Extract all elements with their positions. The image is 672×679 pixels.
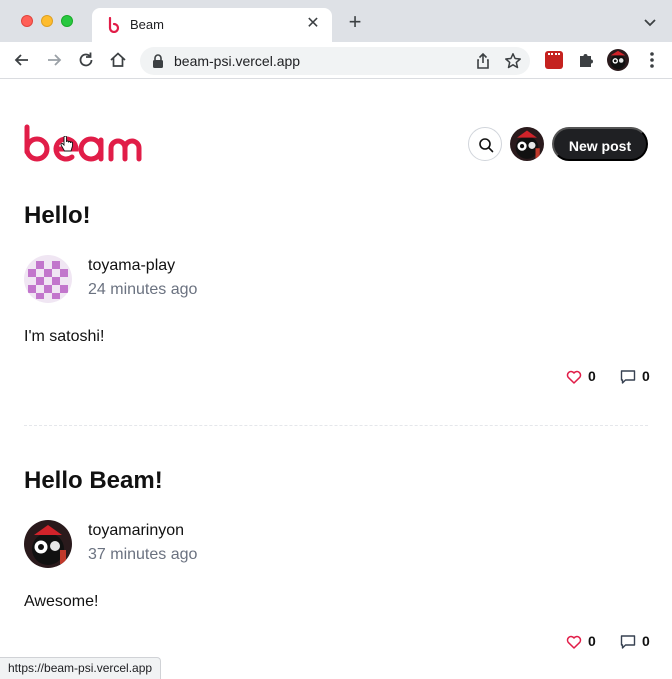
like-count: 0 xyxy=(588,633,596,649)
address-bar[interactable]: beam-psi.vercel.app xyxy=(140,47,530,75)
post-divider xyxy=(24,425,648,426)
minimize-window-button[interactable] xyxy=(41,15,53,27)
user-avatar[interactable] xyxy=(510,127,544,161)
beam-logo[interactable]: beam xyxy=(24,124,144,164)
extension-icon[interactable] xyxy=(545,51,563,69)
search-icon xyxy=(479,138,494,153)
browser-tab[interactable]: Beam ✕ xyxy=(92,8,332,42)
new-post-button[interactable]: New post xyxy=(552,127,648,161)
maximize-window-button[interactable] xyxy=(61,15,73,27)
comment-count: 0 xyxy=(642,368,650,384)
post-author: toyamarinyon 37 minutes ago xyxy=(24,520,424,570)
comment-button[interactable]: 0 xyxy=(620,632,650,652)
post-author: toyama-play 24 minutes ago xyxy=(24,255,424,305)
browser-profile-avatar[interactable] xyxy=(607,49,629,71)
share-icon[interactable] xyxy=(474,52,492,70)
comment-icon xyxy=(620,370,636,384)
comment-count: 0 xyxy=(642,633,650,649)
heart-icon xyxy=(566,635,582,649)
close-tab-icon[interactable]: ✕ xyxy=(304,15,322,33)
post-reactions: 0 0 xyxy=(528,632,650,652)
forward-arrow-icon[interactable] xyxy=(44,50,64,70)
author-avatar[interactable] xyxy=(24,255,72,303)
url-text[interactable]: beam-psi.vercel.app xyxy=(174,53,300,69)
extensions-puzzle-icon[interactable] xyxy=(576,50,596,70)
close-window-button[interactable] xyxy=(21,15,33,27)
beam-favicon-icon xyxy=(108,17,120,33)
home-icon[interactable] xyxy=(108,50,128,70)
link-status-bar: https://beam-psi.vercel.app xyxy=(0,657,162,679)
post-body: Awesome! xyxy=(24,593,99,610)
post-title[interactable]: Hello! xyxy=(24,202,648,230)
comment-button[interactable]: 0 xyxy=(620,367,650,387)
author-name[interactable]: toyamarinyon xyxy=(88,522,184,540)
post-body: I'm satoshi! xyxy=(24,328,105,345)
post-card: Hello! toyama-play 24 minutes ago I'm sa… xyxy=(24,202,650,412)
author-avatar[interactable] xyxy=(24,520,72,568)
author-name[interactable]: toyama-play xyxy=(88,257,175,275)
like-button[interactable]: 0 xyxy=(566,632,606,652)
bookmark-star-icon[interactable] xyxy=(504,52,522,70)
post-title[interactable]: Hello Beam! xyxy=(24,467,648,495)
browser-menu-icon[interactable] xyxy=(642,50,662,70)
post-card: Hello Beam! toyamarinyon 37 minutes ago … xyxy=(24,467,650,677)
post-reactions: 0 0 xyxy=(528,367,650,387)
tab-search-chevron-icon[interactable] xyxy=(642,14,658,30)
hand-cursor-icon xyxy=(60,136,73,152)
browser-tab-bar: Beam ✕ + xyxy=(0,0,672,42)
like-count: 0 xyxy=(588,368,596,384)
new-tab-icon[interactable]: + xyxy=(344,11,366,34)
lock-icon[interactable] xyxy=(152,54,164,68)
post-timestamp: 37 minutes ago xyxy=(88,546,198,563)
heart-icon xyxy=(566,370,582,384)
reload-icon[interactable] xyxy=(76,50,96,70)
comment-icon xyxy=(620,635,636,649)
like-button[interactable]: 0 xyxy=(566,367,606,387)
search-button[interactable] xyxy=(468,127,502,161)
browser-toolbar: beam-psi.vercel.app xyxy=(0,42,672,79)
page-content: beam New post Hello! xyxy=(0,80,672,679)
tab-title: Beam xyxy=(130,17,164,32)
post-timestamp: 24 minutes ago xyxy=(88,281,198,298)
back-arrow-icon[interactable] xyxy=(12,50,32,70)
